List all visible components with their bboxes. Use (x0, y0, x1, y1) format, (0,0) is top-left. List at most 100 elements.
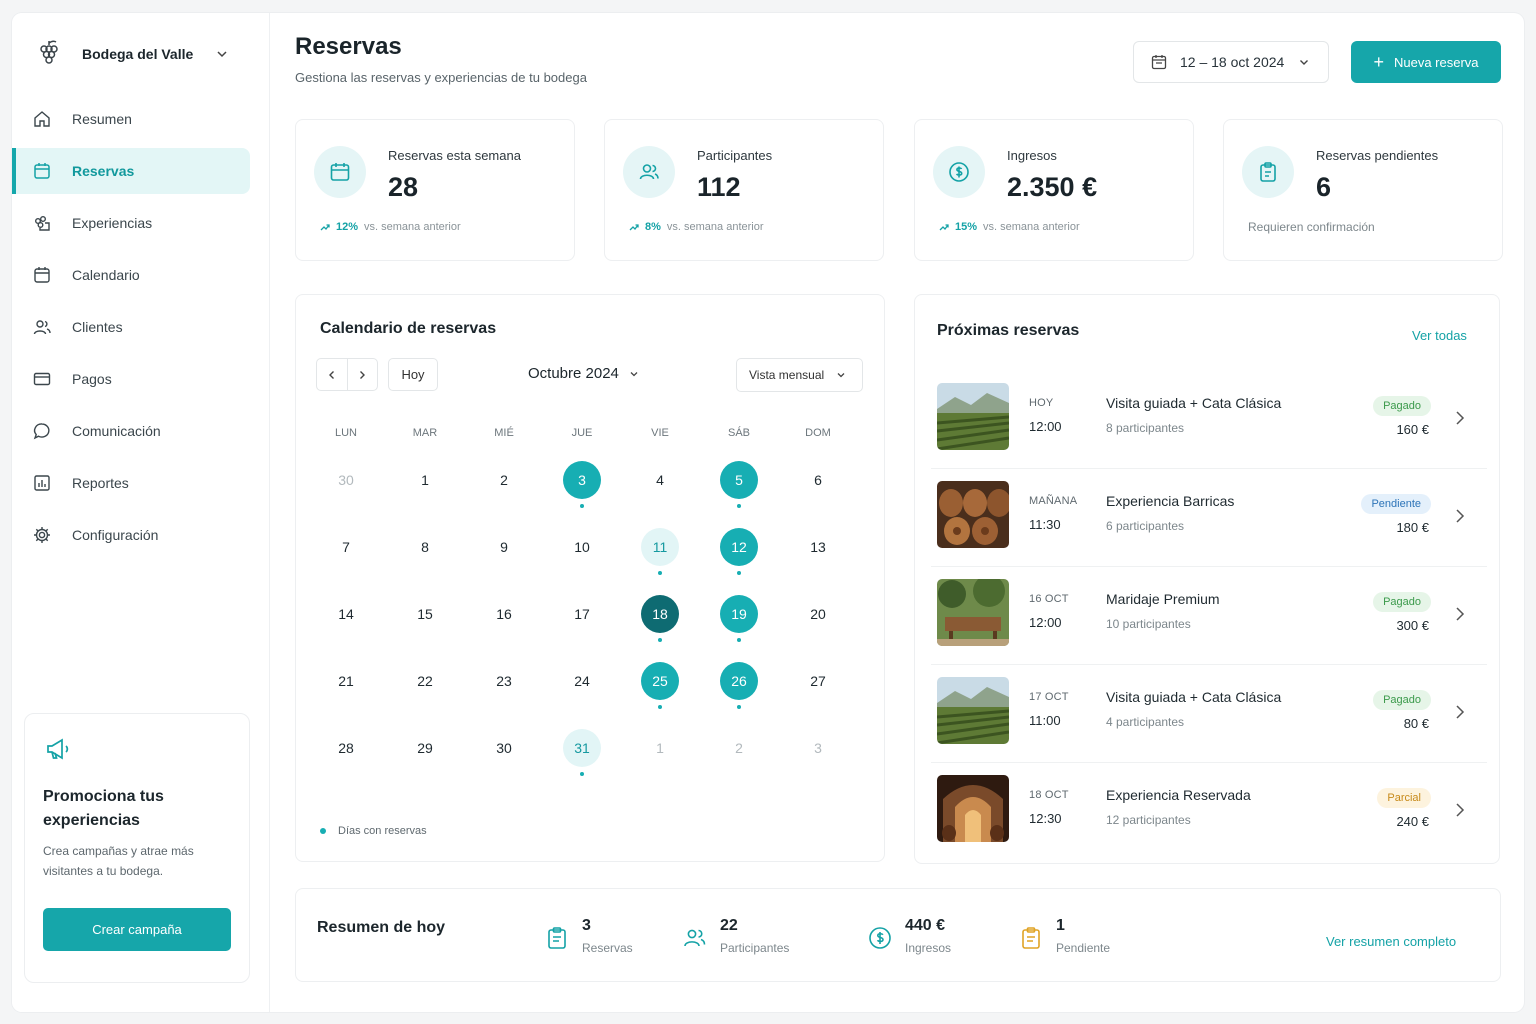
calendar-day[interactable]: 17 (563, 595, 601, 633)
calendar-day[interactable]: 3 (563, 461, 601, 499)
calendar-day[interactable]: 7 (327, 528, 365, 566)
dollar-icon (933, 146, 985, 198)
sidebar-item-label: Calendario (72, 267, 140, 283)
calendar-day[interactable]: 28 (327, 729, 365, 767)
calendar-legend: Días con reservas (320, 825, 427, 837)
stat-trend-pct: 15% (955, 221, 978, 233)
sidebar-item-configuracion[interactable]: Configuración (12, 512, 270, 558)
reservation-title: Maridaje Premium (1106, 591, 1220, 607)
calendar-day[interactable]: 12 (720, 528, 758, 566)
chevron-right-icon[interactable] (1453, 409, 1467, 427)
calendar-day[interactable]: 25 (641, 662, 679, 700)
sidebar-item-reservas[interactable]: Reservas (12, 148, 250, 194)
reservation-row[interactable]: HOY 12:00 Visita guiada + Cata Clásica 8 pa… (931, 371, 1487, 469)
reservation-time: 12:00 (1029, 419, 1062, 434)
reservation-day: 17 OCT (1029, 691, 1069, 703)
chevron-right-icon[interactable] (1453, 605, 1467, 623)
new-reservation-label: Nueva reserva (1393, 54, 1479, 70)
view-all-link[interactable]: Ver todas (1412, 328, 1467, 343)
calendar-day[interactable]: 22 (406, 662, 444, 700)
calendar-day[interactable]: 1 (406, 461, 444, 499)
today-stat-label: Reservas (582, 941, 633, 955)
grapes-logo-icon (40, 40, 58, 64)
calendar-day[interactable]: 8 (406, 528, 444, 566)
calendar-day[interactable]: 27 (799, 662, 837, 700)
calendar-day[interactable]: 21 (327, 662, 365, 700)
sidebar-item-clientes[interactable]: Clientes (12, 304, 270, 350)
reservation-title: Experiencia Barricas (1106, 493, 1235, 509)
reservation-price: 240 € (1396, 814, 1429, 829)
chevron-right-icon[interactable] (1453, 507, 1467, 525)
sidebar-item-calendario[interactable]: Calendario (12, 252, 270, 298)
calendar-day[interactable]: 14 (327, 595, 365, 633)
sidebar-item-pagos[interactable]: Pagos (12, 356, 270, 402)
calendar-day[interactable]: 29 (406, 729, 444, 767)
calendar-day[interactable]: 31 (563, 729, 601, 767)
chevron-down-icon (630, 371, 638, 376)
date-range-picker[interactable]: 12 – 18 oct 2024 (1133, 41, 1329, 83)
calendar-day[interactable]: 30 (485, 729, 523, 767)
stat-label: Ingresos (1007, 148, 1057, 163)
chevron-right-icon[interactable] (1453, 703, 1467, 721)
today-button[interactable]: Hoy (388, 358, 438, 391)
stat-value: 2.350 € (1007, 172, 1098, 202)
calendar-day[interactable]: 6 (799, 461, 837, 499)
calendar-day[interactable]: 18 (641, 595, 679, 633)
calendar-day[interactable]: 13 (799, 528, 837, 566)
calendar-day[interactable]: 19 (720, 595, 758, 633)
calendar-day[interactable]: 23 (485, 662, 523, 700)
calendar-day[interactable]: 26 (720, 662, 758, 700)
calendar-day[interactable]: 9 (485, 528, 523, 566)
calendar-day[interactable]: 2 (485, 461, 523, 499)
sidebar-item-label: Comunicación (72, 423, 161, 439)
today-summary: Resumen de hoy 3 Reservas 22 Participantes… (295, 888, 1501, 982)
promo-title: Promociona tus experiencias (43, 788, 164, 829)
next-month-button[interactable] (348, 359, 378, 390)
page-title: Reservas (295, 33, 402, 60)
calendar-day[interactable]: 1 (641, 729, 679, 767)
calendar-day[interactable]: 10 (563, 528, 601, 566)
chevron-right-icon[interactable] (1453, 801, 1467, 819)
users-icon (684, 929, 706, 947)
reservation-dot (737, 638, 741, 642)
calendar-day[interactable]: 4 (641, 461, 679, 499)
calendar-day[interactable]: 3 (799, 729, 837, 767)
calendar-icon (314, 146, 366, 198)
calendar-day[interactable]: 15 (406, 595, 444, 633)
brand-switcher[interactable]: Bodega del Valle (36, 39, 229, 69)
date-range-label: 12 – 18 oct 2024 (1180, 54, 1285, 70)
month-selector[interactable]: Octubre 2024 (528, 365, 639, 382)
calendar-day[interactable]: 2 (720, 729, 758, 767)
calendar-day[interactable]: 20 (799, 595, 837, 633)
sidebar-item-label: Configuración (72, 527, 159, 543)
reservation-row[interactable]: 17 OCT 11:00 Visita guiada + Cata Clásica 4… (931, 665, 1487, 763)
experience-photo (937, 677, 1009, 744)
calendar-day[interactable]: 11 (641, 528, 679, 566)
sidebar-item-resumen[interactable]: Resumen (12, 96, 270, 142)
experience-photo (937, 775, 1009, 842)
plus-icon: + (1373, 52, 1384, 72)
calendar-day[interactable]: 30 (327, 461, 365, 499)
reservation-row[interactable]: 16 OCT 12:00 Maridaje Premium 10 participan… (931, 567, 1487, 665)
sidebar-item-experiencias[interactable]: Experiencias (12, 200, 270, 246)
sidebar-item-comunicacion[interactable]: Comunicación (12, 408, 270, 454)
calendar-day[interactable]: 16 (485, 595, 523, 633)
today-stat-value: 440 € (905, 917, 946, 934)
stat-trend-text: vs. semana anterior (666, 221, 764, 233)
reservation-row[interactable]: MAÑANA 11:30 Experiencia Barricas 6 partici… (931, 469, 1487, 567)
view-selector[interactable]: Vista mensual (736, 358, 863, 392)
create-campaign-button[interactable]: Crear campaña (43, 908, 231, 951)
stat-label: Reservas pendientes (1316, 148, 1439, 163)
calendar-day[interactable]: 24 (563, 662, 601, 700)
reservation-day: HOY (1029, 397, 1054, 409)
experience-photo (937, 481, 1009, 548)
prev-month-button[interactable] (317, 359, 348, 390)
sidebar-item-reportes[interactable]: Reportes (12, 460, 270, 506)
sidebar-item-label: Reportes (72, 475, 129, 491)
calendar-day[interactable]: 5 (720, 461, 758, 499)
new-reservation-button[interactable]: + Nueva reserva (1351, 41, 1501, 83)
full-summary-link[interactable]: Ver resumen completo (1326, 934, 1456, 949)
reservation-row[interactable]: 18 OCT 12:30 Experiencia Reservada 12 parti… (931, 763, 1487, 861)
users-icon (32, 317, 52, 337)
sidebar-item-label: Pagos (72, 371, 112, 387)
